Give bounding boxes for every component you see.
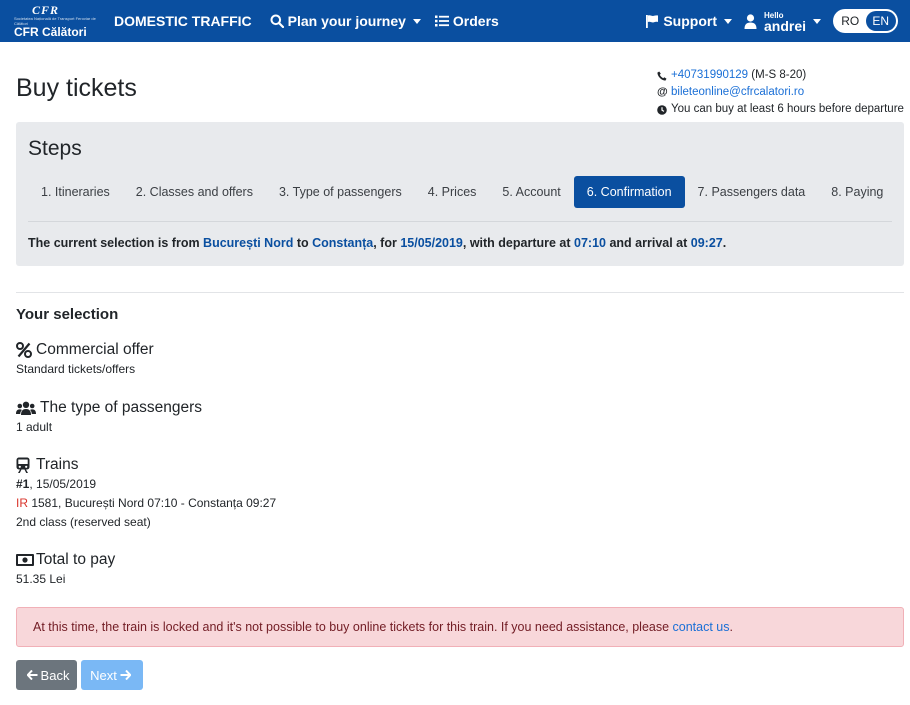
total-value: 51.35 Lei	[16, 572, 66, 586]
step-tab-passengers-data[interactable]: 7. Passengers data	[685, 176, 819, 208]
trains-section: Trains #1, 15/05/2019 IR 1581, București…	[16, 455, 276, 532]
summary-text: to	[293, 236, 313, 250]
train-entry-number: #1	[16, 477, 30, 491]
alert-text: At this time, the train is locked and it…	[33, 620, 673, 634]
your-selection-heading: Your selection	[16, 306, 119, 323]
users-icon	[16, 401, 36, 415]
nav-orders[interactable]: Orders	[434, 13, 499, 29]
nav-orders-label: Orders	[452, 13, 499, 29]
arrival-time: 09:27	[690, 236, 723, 250]
chevron-down-icon	[813, 18, 821, 24]
divider	[28, 221, 892, 222]
departure-time: 07:10	[574, 236, 606, 250]
clock-icon	[657, 104, 671, 115]
commercial-offer-section: Commercial offer Standard tickets/offers	[16, 340, 154, 379]
cfr-calatori-logo[interactable]: CFR Societatea Națională de Transport Fe…	[14, 0, 106, 42]
passenger-type-section: The type of passengers 1 adult	[16, 398, 202, 437]
at-icon: @	[657, 86, 668, 98]
commercial-offer-value: Standard tickets/offers	[16, 362, 136, 376]
alert-text-end: .	[729, 620, 733, 634]
train-route: IR 1581, București Nord 07:10 - Constanț…	[16, 494, 276, 513]
user-icon	[744, 13, 757, 29]
current-selection-summary: The current selection is from București …	[28, 236, 726, 250]
train-icon	[16, 457, 36, 473]
chevron-down-icon	[412, 18, 421, 24]
nav-plan-label: Plan your journey	[287, 13, 406, 29]
chevron-down-icon	[723, 18, 732, 24]
list-icon	[434, 15, 449, 27]
logo-tagline: Societatea Națională de Transport Ferovi…	[14, 15, 96, 26]
user-menu[interactable]: Hello andrei	[744, 10, 821, 34]
summary-text: , for	[373, 236, 401, 250]
summary-text: , with departure at	[462, 236, 575, 250]
back-button[interactable]: Back	[16, 660, 77, 690]
step-tab-confirmation[interactable]: 6. Confirmation	[573, 176, 685, 208]
train-route-text: 1581, București Nord 07:10 - Constanța 0…	[28, 496, 277, 510]
commercial-offer-title: Commercial offer	[36, 341, 154, 358]
passenger-type-title: The type of passengers	[40, 399, 202, 416]
user-name: andrei	[763, 18, 806, 34]
top-navbar: CFR Societatea Națională de Transport Fe…	[0, 0, 910, 42]
nav-support[interactable]: Support	[645, 13, 732, 29]
next-button[interactable]: Next	[81, 660, 143, 690]
step-tab-classes-offers[interactable]: 2. Classes and offers	[123, 176, 266, 208]
summary-text: .	[722, 236, 727, 250]
destination-station: Constanța	[312, 236, 374, 250]
step-tab-paying[interactable]: 8. Paying	[818, 176, 896, 208]
summary-text: The current selection is from	[28, 236, 204, 250]
train-entry-header: #1, 15/05/2019	[16, 475, 276, 494]
steps-tab-list: 1. Itineraries 2. Classes and offers 3. …	[28, 176, 896, 208]
nav-plan-journey[interactable]: Plan your journey	[270, 13, 421, 29]
lang-en-option[interactable]: EN	[865, 11, 896, 31]
contact-us-link[interactable]: contact us	[673, 620, 730, 634]
origin-station: București Nord	[203, 236, 294, 250]
passenger-type-value: 1 adult	[16, 420, 53, 434]
page-title: Buy tickets	[16, 74, 137, 102]
divider	[16, 292, 904, 293]
total-title: Total to pay	[36, 551, 116, 568]
travel-date: 15/05/2019	[400, 236, 463, 250]
step-tab-prices[interactable]: 4. Prices	[415, 176, 490, 208]
logo-mark: CFR	[32, 2, 60, 17]
train-type-badge: IR	[16, 496, 28, 510]
back-button-label: Back	[40, 667, 70, 683]
steps-title: Steps	[28, 137, 82, 160]
step-tab-itineraries[interactable]: 1. Itineraries	[28, 176, 123, 208]
summary-text: and arrival at	[606, 236, 691, 250]
step-tab-passenger-type[interactable]: 3. Type of passengers	[266, 176, 415, 208]
phone-hours: (M-S 8-20)	[751, 69, 807, 81]
train-locked-alert: At this time, the train is locked and it…	[16, 607, 904, 647]
lang-ro-option[interactable]: RO	[835, 11, 866, 31]
train-entry-date: , 15/05/2019	[29, 477, 97, 491]
trains-title: Trains	[36, 456, 79, 473]
next-button-label: Next	[90, 667, 117, 683]
search-icon	[270, 14, 284, 28]
money-icon	[16, 554, 36, 566]
nav-domestic-traffic[interactable]: DOMESTIC TRAFFIC	[114, 13, 252, 29]
phone-icon	[657, 71, 671, 81]
arrow-left-icon	[26, 670, 38, 680]
booking-notice: You can buy at least 6 hours before depa…	[671, 103, 904, 115]
language-switch[interactable]: RO EN	[833, 9, 898, 33]
steps-panel: Steps 1. Itineraries 2. Classes and offe…	[16, 122, 904, 266]
logo-name: CFR Călători	[14, 24, 87, 39]
nav-support-label: Support	[663, 13, 717, 29]
step-tab-account[interactable]: 5. Account	[489, 176, 573, 208]
flag-icon	[645, 14, 659, 28]
email-link[interactable]: bileteonline@cfrcalatori.ro	[671, 84, 804, 101]
train-class: 2nd class (reserved seat)	[16, 515, 151, 529]
phone-link[interactable]: +40731990129	[671, 67, 748, 84]
total-section: Total to pay 51.35 Lei	[16, 550, 115, 589]
contact-info: +40731990129 (M-S 8-20) @ bileteonline@c…	[657, 67, 904, 118]
arrow-right-icon	[120, 670, 131, 680]
percent-icon	[16, 342, 36, 358]
